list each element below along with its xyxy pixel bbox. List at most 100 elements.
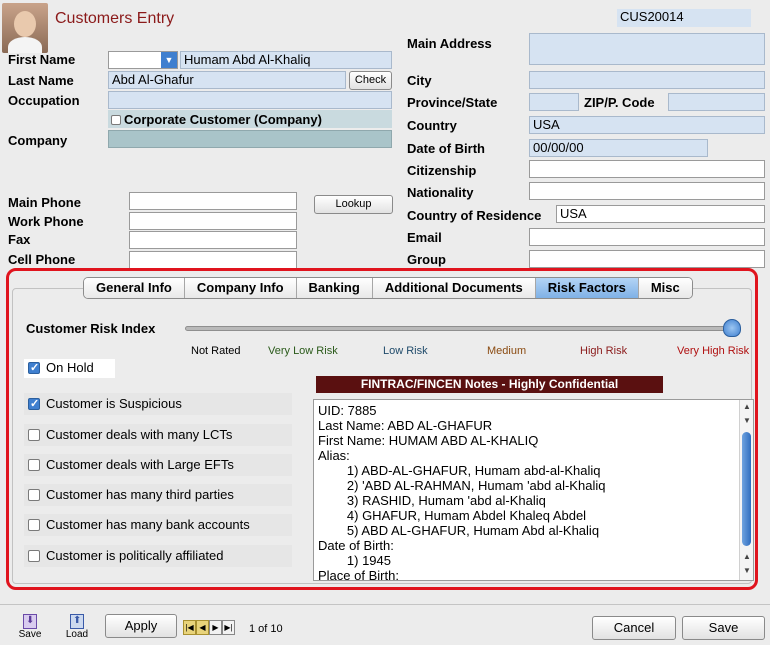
on-hold-label: On Hold xyxy=(46,360,94,375)
third-parties-checkbox[interactable] xyxy=(28,489,40,501)
main-phone-field[interactable] xyxy=(129,192,297,210)
scroll-down-icon[interactable]: ▼ xyxy=(743,416,751,425)
tab-general-info[interactable]: General Info xyxy=(84,278,185,298)
country-field[interactable]: USA xyxy=(529,116,765,134)
bank-accounts-checkbox[interactable] xyxy=(28,519,40,531)
last-name-field[interactable]: Abd Al-Ghafur xyxy=(108,71,346,89)
tab-misc[interactable]: Misc xyxy=(638,278,692,298)
company-label: Company xyxy=(8,133,68,148)
cell-phone-field[interactable] xyxy=(129,251,297,269)
corporate-label: Corporate Customer (Company) xyxy=(124,112,322,127)
notes-line: 5) ABD AL-GHAFUR, Humam Abd al-Khaliq xyxy=(318,523,600,538)
load-icon: ⬆ xyxy=(70,614,84,629)
first-name-field[interactable]: Humam Abd Al-Khaliq xyxy=(180,51,392,69)
scroll-up-icon[interactable]: ▲ xyxy=(743,552,751,561)
pager-controls: |◀ ◀ ▶ ▶| xyxy=(183,620,235,635)
save-icon-button[interactable]: ⬇ Save xyxy=(18,614,42,645)
nationality-label: Nationality xyxy=(407,185,474,200)
occupation-field[interactable] xyxy=(108,91,392,109)
province-field[interactable] xyxy=(529,93,579,111)
many-lcts-label: Customer deals with many LCTs xyxy=(46,427,233,442)
large-efts-checkbox[interactable] xyxy=(28,459,40,471)
notes-line: 4) GHAFUR, Humam Abdel Khaleq Abdel xyxy=(318,508,587,523)
city-field[interactable] xyxy=(529,71,765,89)
cancel-button[interactable]: Cancel xyxy=(592,616,676,640)
tab-banking[interactable]: Banking xyxy=(296,278,373,298)
scale-very-low: Very Low Risk xyxy=(268,345,338,357)
citizenship-field[interactable] xyxy=(529,160,765,178)
province-label: Province/State xyxy=(407,95,498,110)
large-efts-label: Customer deals with Large EFTs xyxy=(46,457,234,472)
tab-additional-documents[interactable]: Additional Documents xyxy=(372,278,536,298)
dob-field[interactable]: 00/00/00 xyxy=(529,139,708,157)
apply-button[interactable]: Apply xyxy=(105,614,177,638)
group-label: Group xyxy=(407,252,446,267)
scale-not-rated: Not Rated xyxy=(191,345,241,357)
residence-field[interactable]: USA xyxy=(556,205,765,223)
title-select[interactable]: ▼ xyxy=(108,51,178,69)
notes-content: UID: 7885 Last Name: ABD AL-GHAFUR First… xyxy=(318,403,606,581)
occupation-label: Occupation xyxy=(8,93,80,108)
last-page-icon[interactable]: ▶| xyxy=(222,620,235,635)
pager-text: 1 of 10 xyxy=(249,623,283,635)
many-lcts-checkbox[interactable] xyxy=(28,429,40,441)
bank-accounts-label: Customer has many bank accounts xyxy=(46,517,250,532)
scale-low: Low Risk xyxy=(383,345,428,357)
notes-line: UID: 7885 xyxy=(318,403,377,418)
notes-line: 3) RASHID, Humam 'abd al-Khaliq xyxy=(318,493,546,508)
notes-line: 1) ABD-AL-GHAFUR, Humam abd-al-Khaliq xyxy=(318,463,601,478)
chevron-down-icon[interactable]: ▼ xyxy=(161,52,177,68)
tab-risk-factors[interactable]: Risk Factors xyxy=(535,278,639,298)
scale-high: High Risk xyxy=(580,345,628,357)
dob-label: Date of Birth xyxy=(407,141,485,156)
notes-line: Place of Birth: xyxy=(318,568,399,581)
check-button[interactable]: Check xyxy=(349,71,392,90)
scroll-thumb[interactable] xyxy=(742,432,751,546)
save-icon-label: Save xyxy=(18,629,42,640)
save-icon: ⬇ xyxy=(23,614,37,629)
main-address-field[interactable] xyxy=(529,33,765,65)
notes-line: 2) 'ABD AL-RAHMAN, Humam 'abd al-Khaliq xyxy=(318,478,606,493)
page-title: Customers Entry xyxy=(55,10,175,27)
politically-affiliated-label: Customer is politically affiliated xyxy=(46,548,224,563)
save-button[interactable]: Save xyxy=(682,616,765,640)
notes-scrollbar[interactable]: ▲ ▼ ▲ ▼ xyxy=(739,400,753,580)
citizenship-label: Citizenship xyxy=(407,163,477,178)
scroll-down-icon[interactable]: ▼ xyxy=(743,566,751,575)
notes-textarea[interactable]: UID: 7885 Last Name: ABD AL-GHAFUR First… xyxy=(313,399,754,581)
notes-header: FINTRAC/FINCEN Notes - Highly Confidenti… xyxy=(316,376,663,393)
load-icon-button[interactable]: ⬆ Load xyxy=(64,614,90,645)
zip-field[interactable] xyxy=(668,93,765,111)
tab-company-info[interactable]: Company Info xyxy=(184,278,297,298)
main-phone-label: Main Phone xyxy=(8,195,81,210)
zip-label: ZIP/P. Code xyxy=(584,95,655,110)
suspicious-label: Customer is Suspicious xyxy=(46,396,182,411)
residence-label: Country of Residence xyxy=(407,208,542,223)
corporate-checkbox[interactable] xyxy=(111,115,121,125)
main-address-label: Main Address xyxy=(407,36,492,51)
suspicious-checkbox[interactable] xyxy=(28,397,40,410)
first-name-label: First Name xyxy=(8,52,76,67)
next-page-icon[interactable]: ▶ xyxy=(209,620,222,635)
notes-line: Alias: xyxy=(318,448,350,463)
third-parties-label: Customer has many third parties xyxy=(46,487,234,502)
risk-slider-track[interactable] xyxy=(185,326,741,331)
work-phone-field[interactable] xyxy=(129,212,297,230)
email-field[interactable] xyxy=(529,228,765,246)
company-field[interactable] xyxy=(108,130,392,148)
group-field[interactable] xyxy=(529,250,765,268)
first-page-icon[interactable]: |◀ xyxy=(183,620,196,635)
scale-medium: Medium xyxy=(487,345,527,357)
fax-label: Fax xyxy=(8,232,31,247)
risk-slider-thumb[interactable] xyxy=(723,319,741,337)
lookup-button[interactable]: Lookup xyxy=(314,195,393,214)
scroll-up-icon[interactable]: ▲ xyxy=(743,402,751,411)
fax-field[interactable] xyxy=(129,231,297,249)
nationality-field[interactable] xyxy=(529,182,765,200)
scale-very-high: Very High Risk xyxy=(677,345,750,357)
politically-affiliated-checkbox[interactable] xyxy=(28,550,40,562)
on-hold-checkbox[interactable] xyxy=(28,361,40,374)
prev-page-icon[interactable]: ◀ xyxy=(196,620,209,635)
notes-line: Last Name: ABD AL-GHAFUR xyxy=(318,418,493,433)
customer-id-field: CUS20014 xyxy=(617,9,751,27)
